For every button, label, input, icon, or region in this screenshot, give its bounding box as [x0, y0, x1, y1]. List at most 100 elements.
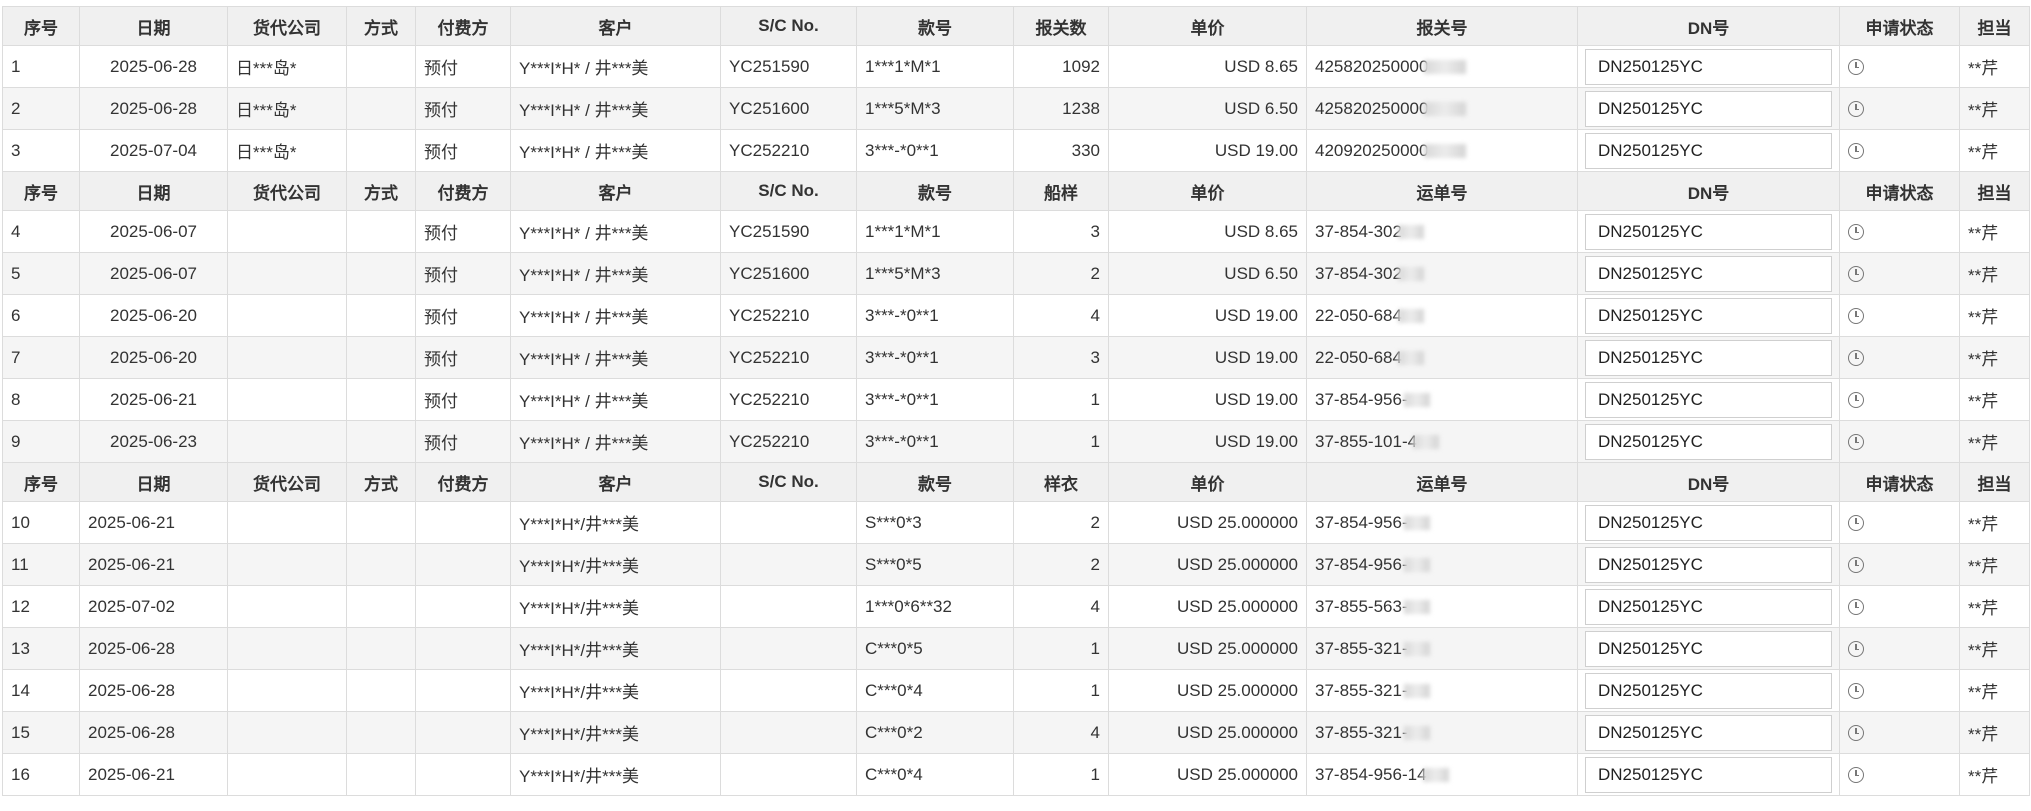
clock-icon[interactable]	[1848, 143, 1864, 160]
row-sc-no	[720, 753, 857, 796]
column-header-dn[interactable]: DN号	[1577, 171, 1840, 211]
dn-input[interactable]: DN250125YC	[1585, 423, 1832, 460]
column-header-status[interactable]: 申请状态	[1839, 462, 1960, 502]
column-header-qty2[interactable]: 船样	[1013, 171, 1109, 211]
column-header-owner[interactable]: 担当	[1959, 171, 2030, 211]
column-header-customer[interactable]: 客户	[510, 462, 721, 502]
column-header-forwarder[interactable]: 货代公司	[227, 171, 347, 211]
column-header-payer[interactable]: 付费方	[415, 6, 511, 46]
dn-input[interactable]: DN250125YC	[1585, 90, 1832, 127]
column-header-forwarder[interactable]: 货代公司	[227, 6, 347, 46]
table-row[interactable]: 5 2025-06-07 预付 Y***I*H* / 井***美 YC251600 1**…	[2, 252, 2030, 295]
clock-icon[interactable]	[1848, 725, 1864, 742]
clock-icon[interactable]	[1848, 599, 1864, 616]
column-header-sc[interactable]: S/C No.	[720, 171, 857, 211]
table-row[interactable]: 9 2025-06-23 预付 Y***I*H* / 井***美 YC252210 3**…	[2, 420, 2030, 463]
column-header-date[interactable]: 日期	[79, 6, 228, 46]
column-header-sc[interactable]: S/C No.	[720, 6, 857, 46]
dn-input[interactable]: DN250125YC	[1585, 756, 1832, 793]
dn-input[interactable]: DN250125YC	[1585, 714, 1832, 751]
column-header-ref3[interactable]: 运单号	[1306, 462, 1578, 502]
column-header-owner[interactable]: 担当	[1959, 6, 2030, 46]
table-row[interactable]: 12 2025-07-02 Y***I*H*/井***美 1***0*6**32 4 US…	[2, 585, 2030, 628]
column-header-seq[interactable]: 序号	[2, 171, 80, 211]
column-header-method[interactable]: 方式	[346, 6, 416, 46]
table-row[interactable]: 16 2025-06-21 Y***I*H*/井***美 C***0*4 1 USD 25…	[2, 753, 2030, 796]
clock-icon[interactable]	[1848, 641, 1864, 658]
clock-icon[interactable]	[1848, 434, 1864, 451]
dn-input[interactable]: DN250125YC	[1585, 672, 1832, 709]
column-header-status[interactable]: 申请状态	[1839, 171, 1960, 211]
column-header-price[interactable]: 单价	[1108, 462, 1307, 502]
header-row: 序号 日期 货代公司 方式 付费方 客户 S/C No. 款号 船样 单价 运单号 DN号 申请状态 担当	[2, 171, 2030, 211]
column-header-price[interactable]: 单价	[1108, 6, 1307, 46]
clock-icon[interactable]	[1848, 557, 1864, 574]
table-row[interactable]: 2 2025-06-28 日***岛* 预付 Y***I*H* / 井***美 YC251…	[2, 87, 2030, 130]
row-owner: **芹	[1959, 543, 2030, 586]
clock-icon[interactable]	[1848, 515, 1864, 532]
dn-input[interactable]: DN250125YC	[1585, 255, 1832, 292]
column-header-style[interactable]: 款号	[856, 462, 1014, 502]
table-row[interactable]: 14 2025-06-28 Y***I*H*/井***美 C***0*4 1 USD 25…	[2, 669, 2030, 712]
column-header-date[interactable]: 日期	[79, 171, 228, 211]
column-header-price[interactable]: 单价	[1108, 171, 1307, 211]
row-seq: 1	[2, 45, 80, 88]
column-header-style[interactable]: 款号	[856, 171, 1014, 211]
clock-icon[interactable]	[1848, 683, 1864, 700]
clock-icon[interactable]	[1848, 392, 1864, 409]
clock-icon[interactable]	[1848, 101, 1864, 118]
clock-icon[interactable]	[1848, 308, 1864, 325]
dn-input[interactable]: DN250125YC	[1585, 48, 1832, 85]
row-style-no: 1***5*M*3	[856, 252, 1014, 295]
row-quantity: 1092	[1013, 45, 1109, 88]
dn-input[interactable]: DN250125YC	[1585, 381, 1832, 418]
table-row[interactable]: 3 2025-07-04 日***岛* 预付 Y***I*H* / 井***美 YC252…	[2, 129, 2030, 172]
dn-input[interactable]: DN250125YC	[1585, 213, 1832, 250]
column-header-date[interactable]: 日期	[79, 462, 228, 502]
clock-icon[interactable]	[1848, 266, 1864, 283]
column-header-customer[interactable]: 客户	[510, 6, 721, 46]
row-date: 2025-06-28	[79, 711, 228, 754]
column-header-status[interactable]: 申请状态	[1839, 6, 1960, 46]
column-header-customer[interactable]: 客户	[510, 171, 721, 211]
dn-input[interactable]: DN250125YC	[1585, 339, 1832, 376]
table-row[interactable]: 8 2025-06-21 预付 Y***I*H* / 井***美 YC252210 3**…	[2, 378, 2030, 421]
row-sc-no: YC252210	[720, 378, 857, 421]
dn-input[interactable]: DN250125YC	[1585, 504, 1832, 541]
column-header-ref1[interactable]: 报关号	[1306, 6, 1578, 46]
column-header-qty3[interactable]: 样衣	[1013, 462, 1109, 502]
column-header-method[interactable]: 方式	[346, 171, 416, 211]
table-row[interactable]: 1 2025-06-28 日***岛* 预付 Y***I*H* / 井***美 YC251…	[2, 45, 2030, 88]
table-row[interactable]: 4 2025-06-07 预付 Y***I*H* / 井***美 YC251590 1**…	[2, 210, 2030, 253]
column-header-seq[interactable]: 序号	[2, 462, 80, 502]
dn-input[interactable]: DN250125YC	[1585, 546, 1832, 583]
dn-input[interactable]: DN250125YC	[1585, 297, 1832, 334]
row-forwarder	[227, 378, 347, 421]
column-header-payer[interactable]: 付费方	[415, 462, 511, 502]
column-header-seq[interactable]: 序号	[2, 6, 80, 46]
clock-icon[interactable]	[1848, 350, 1864, 367]
dn-input[interactable]: DN250125YC	[1585, 630, 1832, 667]
clock-icon[interactable]	[1848, 767, 1864, 784]
column-header-style[interactable]: 款号	[856, 6, 1014, 46]
column-header-qty1[interactable]: 报关数	[1013, 6, 1109, 46]
table-row[interactable]: 10 2025-06-21 Y***I*H*/井***美 S***0*3 2 USD 25…	[2, 501, 2030, 544]
table-row[interactable]: 6 2025-06-20 预付 Y***I*H* / 井***美 YC252210 3**…	[2, 294, 2030, 337]
table-row[interactable]: 13 2025-06-28 Y***I*H*/井***美 C***0*5 1 USD 25…	[2, 627, 2030, 670]
table-row[interactable]: 7 2025-06-20 预付 Y***I*H* / 井***美 YC252210 3**…	[2, 336, 2030, 379]
column-header-forwarder[interactable]: 货代公司	[227, 462, 347, 502]
dn-input[interactable]: DN250125YC	[1585, 588, 1832, 625]
column-header-dn[interactable]: DN号	[1577, 462, 1840, 502]
clock-icon[interactable]	[1848, 224, 1864, 241]
column-header-owner[interactable]: 担当	[1959, 462, 2030, 502]
column-header-method[interactable]: 方式	[346, 462, 416, 502]
column-header-dn[interactable]: DN号	[1577, 6, 1840, 46]
column-header-payer[interactable]: 付费方	[415, 171, 511, 211]
dn-input[interactable]: DN250125YC	[1585, 132, 1832, 169]
column-header-ref2[interactable]: 运单号	[1306, 171, 1578, 211]
row-reference-no: 37-854-956-	[1306, 501, 1578, 544]
clock-icon[interactable]	[1848, 59, 1864, 76]
table-row[interactable]: 11 2025-06-21 Y***I*H*/井***美 S***0*5 2 USD 25…	[2, 543, 2030, 586]
table-row[interactable]: 15 2025-06-28 Y***I*H*/井***美 C***0*2 4 USD 25…	[2, 711, 2030, 754]
column-header-sc[interactable]: S/C No.	[720, 462, 857, 502]
